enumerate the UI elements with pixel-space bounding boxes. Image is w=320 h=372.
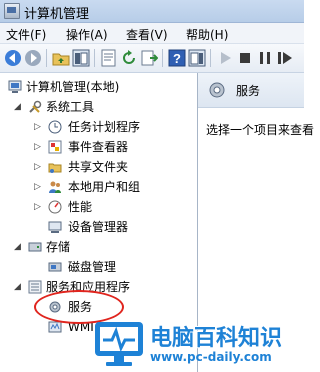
up-folder-icon[interactable] bbox=[52, 49, 70, 67]
tools-icon bbox=[29, 100, 42, 113]
tree-node-label: 本地用户和组 bbox=[68, 180, 141, 194]
title-bar: 计算机管理 bbox=[0, 0, 304, 23]
watermark-title: 电脑百科知识 bbox=[150, 326, 283, 351]
toolbar-separator bbox=[162, 49, 163, 67]
services-gear-icon bbox=[209, 82, 225, 98]
tree-root[interactable]: 计算机管理(本地) bbox=[0, 77, 197, 97]
play-icon[interactable] bbox=[216, 49, 234, 67]
tree-node-system-tools[interactable]: ◢ 系统工具 bbox=[0, 97, 197, 117]
expand-arrow-icon[interactable]: ▷ bbox=[34, 137, 41, 157]
services-applications-icon bbox=[28, 280, 42, 294]
back-icon[interactable] bbox=[4, 49, 22, 67]
tree-node-label: 设备管理器 bbox=[68, 220, 129, 234]
show-hide-tree-icon[interactable] bbox=[72, 49, 90, 67]
collapse-arrow-icon[interactable]: ◢ bbox=[14, 97, 21, 117]
expand-arrow-icon[interactable]: ▷ bbox=[34, 197, 41, 217]
details-title: 服务 bbox=[236, 84, 261, 98]
expand-arrow-icon[interactable]: ▷ bbox=[34, 157, 41, 177]
tree-node-disk-management[interactable]: 磁盘管理 bbox=[0, 257, 197, 277]
tree-node-label: 性能 bbox=[68, 200, 93, 214]
expand-arrow-icon[interactable]: ▷ bbox=[34, 117, 41, 137]
tree-node-local-users-groups[interactable]: ▷ 本地用户和组 bbox=[0, 177, 197, 197]
tree-node-shared-folders[interactable]: ▷ 共享文件夹 bbox=[0, 157, 197, 177]
users-icon bbox=[49, 181, 61, 193]
menu-help[interactable]: 帮助(H) bbox=[186, 26, 228, 43]
tree-root-label: 计算机管理(本地) bbox=[26, 80, 120, 94]
menu-bar: 文件(F) 操作(A) 查看(V) 帮助(H) bbox=[0, 23, 304, 44]
forward-icon[interactable] bbox=[24, 49, 42, 67]
storage-icon bbox=[28, 242, 42, 252]
menu-action[interactable]: 操作(A) bbox=[66, 26, 108, 43]
toolbar-separator bbox=[46, 49, 47, 67]
toolbar-separator bbox=[210, 49, 211, 67]
event-viewer-icon bbox=[48, 140, 62, 154]
device-manager-icon bbox=[48, 221, 62, 233]
tree-node-label: 事件查看器 bbox=[68, 140, 129, 154]
toolbar-separator bbox=[94, 49, 95, 67]
performance-icon bbox=[48, 200, 62, 214]
computer-management-icon bbox=[4, 3, 20, 19]
watermark-url: www.pc-daily.com bbox=[150, 350, 272, 364]
svg-text:?: ? bbox=[173, 51, 181, 66]
collapse-arrow-icon[interactable]: ◢ bbox=[14, 237, 21, 257]
tree-node-label: 共享文件夹 bbox=[68, 160, 129, 174]
tree-node-storage[interactable]: ◢ 存储 bbox=[0, 237, 197, 257]
computer-management-icon bbox=[8, 80, 22, 93]
pause-icon[interactable] bbox=[256, 49, 274, 67]
menu-view[interactable]: 查看(V) bbox=[126, 26, 168, 43]
tree-node-label: 存储 bbox=[46, 240, 71, 254]
export-list-icon[interactable] bbox=[140, 49, 158, 67]
watermark: 电脑百科知识 www.pc-daily.com bbox=[92, 314, 304, 372]
shared-folder-icon bbox=[48, 163, 62, 173]
details-header: 服务 bbox=[198, 73, 304, 108]
monitor-logo-icon bbox=[95, 322, 143, 366]
show-action-pane-icon[interactable] bbox=[188, 49, 206, 67]
help-icon[interactable]: ? bbox=[168, 49, 186, 67]
tree-node-event-viewer[interactable]: ▷ 事件查看器 bbox=[0, 137, 197, 157]
tree-node-task-scheduler[interactable]: ▷ 任务计划程序 bbox=[0, 117, 197, 137]
refresh-icon[interactable] bbox=[120, 49, 138, 67]
properties-icon[interactable] bbox=[100, 49, 118, 67]
restart-icon[interactable] bbox=[276, 49, 294, 67]
disk-management-icon bbox=[48, 262, 62, 272]
expand-arrow-icon[interactable]: ▷ bbox=[34, 177, 41, 197]
tree-node-performance[interactable]: ▷ 性能 bbox=[0, 197, 197, 217]
toolbar: ? bbox=[0, 44, 304, 73]
tree-node-device-manager[interactable]: 设备管理器 bbox=[0, 217, 197, 237]
details-description: 选择一个项目来查看 bbox=[206, 123, 315, 137]
tree-node-label: 任务计划程序 bbox=[68, 120, 141, 134]
collapse-arrow-icon[interactable]: ◢ bbox=[14, 277, 21, 297]
tree-node-label: 系统工具 bbox=[46, 100, 95, 114]
window-title: 计算机管理 bbox=[24, 7, 90, 22]
stop-icon[interactable] bbox=[236, 49, 254, 67]
tree-node-label: 磁盘管理 bbox=[68, 260, 117, 274]
clock-icon bbox=[48, 120, 62, 134]
menu-file[interactable]: 文件(F) bbox=[6, 26, 46, 43]
